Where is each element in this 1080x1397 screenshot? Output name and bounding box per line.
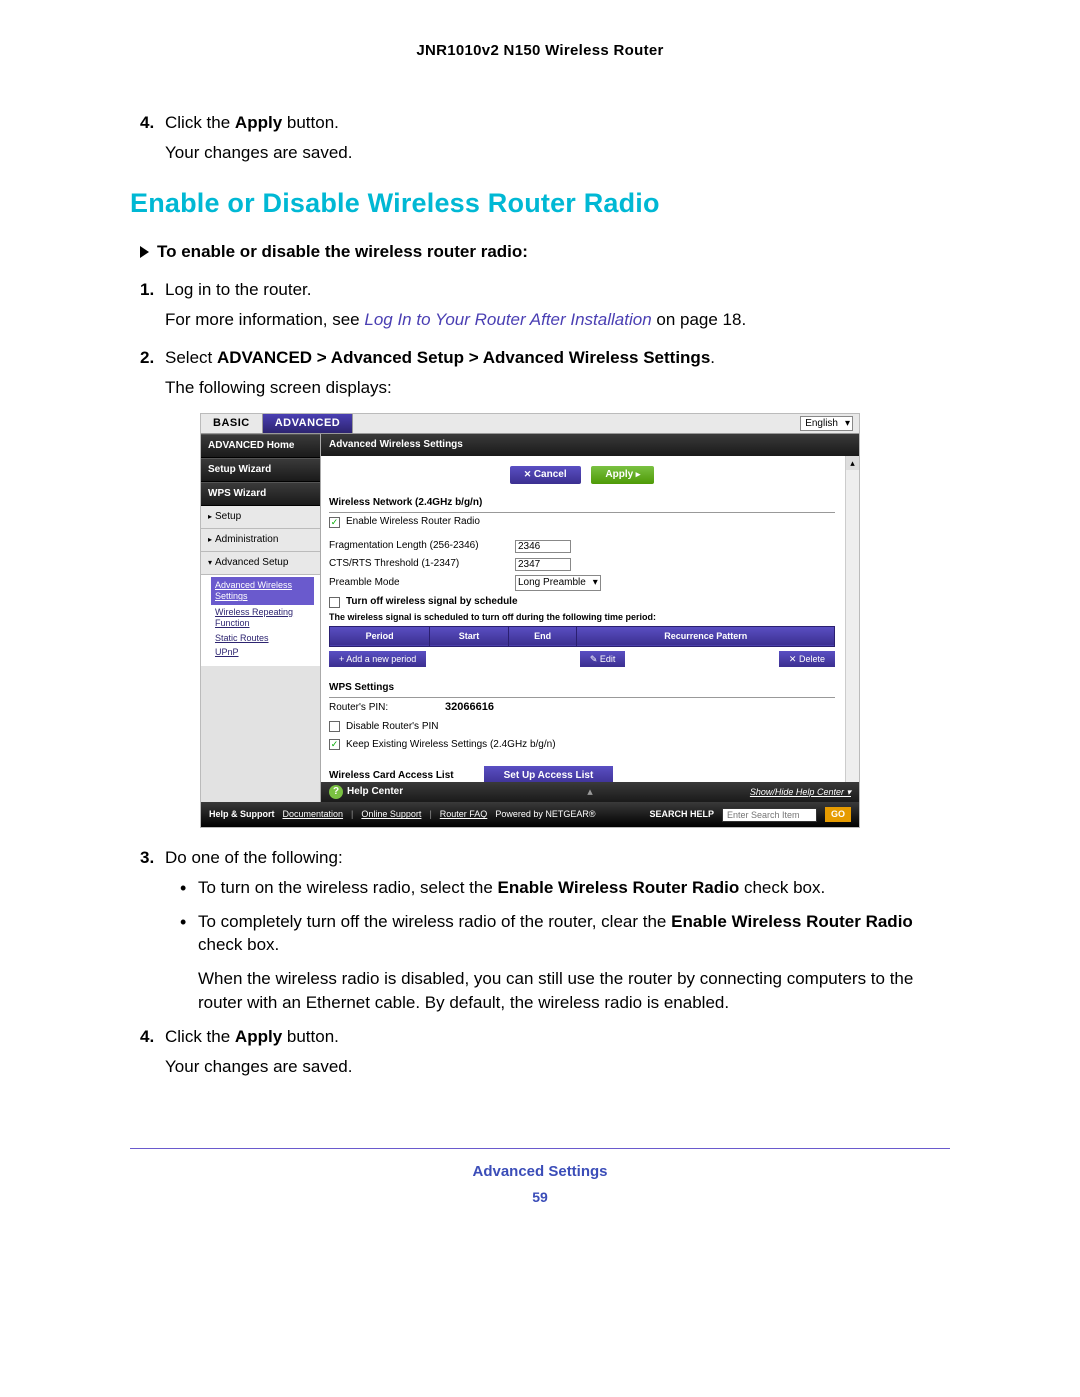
schedule-note: The wireless signal is scheduled to turn… [329,611,835,624]
wireless-network-label: Wireless Network (2.4GHz b/g/n) [329,494,835,513]
bullet-turn-off: To completely turn off the wireless radi… [180,910,950,1015]
footer-powered-by: Powered by NETGEAR® [495,808,595,821]
search-help-label: SEARCH HELP [649,808,714,821]
cts-label: CTS/RTS Threshold (1-2347) [329,557,509,571]
tab-advanced[interactable]: ADVANCED [263,414,354,433]
col-start: Start [430,626,509,646]
disable-pin-label: Disable Router's PIN [346,720,439,734]
col-pattern: Recurrence Pattern [577,626,835,646]
edit-period-button[interactable]: Edit [580,651,626,668]
go-button[interactable]: GO [825,807,851,822]
footer-online-support[interactable]: Online Support [361,808,421,821]
step-1-sub: For more information, see Log In to Your… [165,308,950,332]
schedule-checkbox[interactable] [329,597,340,608]
pin-label: Router's PIN: [329,701,439,715]
sidebar-wps-wizard[interactable]: WPS Wizard [201,482,320,506]
sidebar-upnp[interactable]: UPnP [215,645,314,660]
section-title: Enable or Disable Wireless Router Radio [130,185,950,223]
router-footer: Help & Support Documentation| Online Sup… [201,802,859,827]
frag-input[interactable] [515,540,571,553]
scrollbar-vertical[interactable]: ▴ [845,456,859,782]
help-center-bar[interactable]: ?Help Center ▴ Show/Hide Help Center ▾ [321,782,859,802]
task-intro: To enable or disable the wireless router… [130,240,950,264]
doc-header: JNR1010v2 N150 Wireless Router [130,40,950,61]
chevron-right-icon [140,246,149,258]
scroll-up-icon[interactable]: ▴ [846,456,859,470]
schedule-table: Period Start End Recurrence Pattern [329,626,835,647]
step-4-top: 4. Click the Apply button. Your changes … [165,111,950,165]
caret-right-icon: ▸ [208,512,212,521]
sidebar: ADVANCED Home Setup Wizard WPS Wizard ▸S… [201,434,321,802]
col-end: End [508,626,577,646]
wps-label: WPS Settings [329,679,835,698]
apply-button[interactable]: Apply [591,466,654,484]
language-select[interactable]: English [800,416,853,431]
sidebar-administration[interactable]: ▸Administration [201,529,320,552]
link-login[interactable]: Log In to Your Router After Installation [364,310,651,329]
step-2-sub: The following screen displays: [165,376,950,400]
search-help-input[interactable] [722,808,817,822]
cts-input[interactable] [515,558,571,571]
panel-title: Advanced Wireless Settings [321,434,859,456]
access-list-label: Wireless Card Access List [329,769,454,783]
disable-pin-checkbox[interactable] [329,721,340,732]
footer-section-label: Advanced Settings [130,1161,950,1182]
keep-settings-label: Keep Existing Wireless Settings (2.4GHz … [346,738,556,752]
step-4-bottom: 4. Click the Apply button. Your changes … [165,1025,950,1079]
step-num: 4. [140,111,154,135]
footer-documentation[interactable]: Documentation [283,808,344,821]
bullet-turn-on: To turn on the wireless radio, select th… [180,876,950,900]
footer-rule [130,1148,950,1149]
sidebar-repeating[interactable]: Wireless Repeating Function [215,605,314,631]
cancel-button[interactable]: Cancel [510,466,581,484]
help-icon: ? [329,785,343,799]
keep-settings-checkbox[interactable]: ✓ [329,739,340,750]
step-4-result: Your changes are saved. [165,141,950,165]
sidebar-static-routes[interactable]: Static Routes [215,631,314,646]
step-3: 3. Do one of the following: To turn on t… [165,846,950,1015]
add-period-button[interactable]: Add a new period [329,651,426,668]
show-hide-help[interactable]: Show/Hide Help Center ▾ [750,786,851,799]
preamble-select[interactable]: Long Preamble [515,575,601,591]
enable-radio-checkbox[interactable]: ✓ [329,517,340,528]
preamble-label: Preamble Mode [329,576,509,590]
step-1: 1. Log in to the router. For more inform… [165,278,950,332]
col-period: Period [330,626,430,646]
caret-down-icon: ▾ [208,558,212,567]
setup-access-list-button[interactable]: Set Up Access List [484,766,614,783]
frag-label: Fragmentation Length (256-2346) [329,539,509,553]
enable-radio-label: Enable Wireless Router Radio [346,515,480,529]
bullet-note: When the wireless radio is disabled, you… [198,967,950,1015]
footer-router-faq[interactable]: Router FAQ [440,808,488,821]
step-2: 2. Select ADVANCED > Advanced Setup > Ad… [165,346,950,828]
caret-right-icon: ▸ [208,535,212,544]
delete-period-button[interactable]: Delete [779,651,835,668]
sidebar-advanced-setup[interactable]: ▾Advanced Setup [201,552,320,575]
pin-value: 32066616 [445,700,494,715]
router-screenshot: BASIC ADVANCED English ADVANCED Home Set… [200,413,950,828]
sidebar-adv-wireless[interactable]: Advanced Wireless Settings [211,577,314,605]
schedule-label: Turn off wireless signal by schedule [346,595,518,609]
sidebar-setup-wizard[interactable]: Setup Wizard [201,458,320,482]
step-4b-result: Your changes are saved. [165,1055,950,1079]
tab-basic[interactable]: BASIC [201,414,263,433]
drag-handle-icon[interactable]: ▴ [587,785,593,800]
page-number: 59 [130,1188,950,1208]
sidebar-setup[interactable]: ▸Setup [201,506,320,529]
sidebar-advanced-home[interactable]: ADVANCED Home [201,434,320,458]
